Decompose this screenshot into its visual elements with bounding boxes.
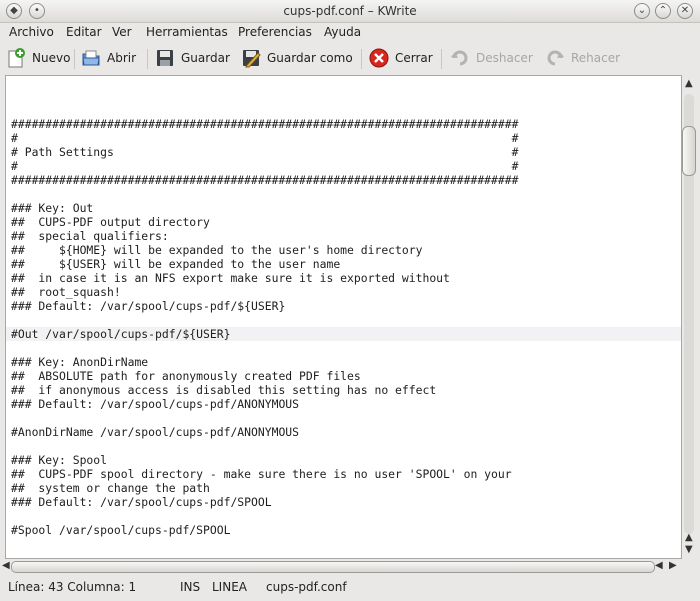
close-button[interactable]: Cerrar bbox=[369, 46, 433, 70]
title-bar[interactable]: ◆ • cups-pdf.conf – KWrite ⌄ ⌃ ✕ bbox=[0, 0, 700, 23]
menu-herramientas[interactable]: Herramientas bbox=[146, 25, 228, 39]
scroll-up-icon[interactable]: ▲ bbox=[685, 78, 693, 89]
save-label: Guardar bbox=[181, 51, 230, 65]
scroll-down-icon[interactable]: ▼ bbox=[685, 544, 693, 555]
text-editor[interactable]: ########################################… bbox=[5, 75, 682, 559]
toolbar-separator bbox=[147, 49, 148, 69]
menu-bar: Archivo Editar Ver Herramientas Preferen… bbox=[0, 23, 700, 43]
insert-mode[interactable]: INS bbox=[180, 580, 200, 594]
vertical-scrollbar[interactable]: ▲ ▲ ▼ bbox=[682, 78, 696, 556]
status-bar: Línea: 43 Columna: 1 INS LINEA cups-pdf.… bbox=[0, 576, 700, 601]
maximize-icon[interactable]: ⌃ bbox=[655, 3, 671, 19]
horizontal-scroll-thumb[interactable] bbox=[11, 561, 655, 573]
cursor-position: Línea: 43 Columna: 1 bbox=[8, 580, 137, 594]
new-document-icon bbox=[6, 48, 26, 68]
scroll-right-icon[interactable]: ▶ bbox=[669, 560, 677, 571]
vertical-scroll-thumb[interactable] bbox=[682, 126, 696, 176]
close-window-icon[interactable]: ✕ bbox=[677, 3, 693, 19]
save-button[interactable]: Guardar bbox=[155, 46, 230, 70]
selection-mode[interactable]: LINEA bbox=[212, 580, 247, 594]
open-button[interactable]: Abrir bbox=[81, 46, 136, 70]
redo-icon bbox=[545, 48, 565, 68]
window-title: cups-pdf.conf – KWrite bbox=[283, 4, 417, 18]
menu-editar[interactable]: Editar bbox=[66, 25, 102, 39]
save-as-icon bbox=[241, 48, 261, 68]
open-label: Abrir bbox=[107, 51, 137, 65]
save-as-label: Guardar como bbox=[267, 51, 353, 65]
new-label: Nuevo bbox=[32, 51, 71, 65]
menu-ayuda[interactable]: Ayuda bbox=[324, 25, 361, 39]
new-button[interactable]: Nuevo bbox=[6, 46, 70, 70]
save-as-button[interactable]: Guardar como bbox=[241, 46, 353, 70]
menu-ver[interactable]: Ver bbox=[112, 25, 132, 39]
scroll-up-icon[interactable]: ▲ bbox=[685, 532, 693, 543]
open-folder-icon bbox=[81, 48, 101, 68]
undo-label: Deshacer bbox=[476, 51, 533, 65]
main-toolbar: Nuevo Abrir Guardar Guardar como Cerrar … bbox=[0, 43, 700, 73]
menu-archivo[interactable]: Archivo bbox=[9, 25, 54, 39]
close-document-icon bbox=[369, 48, 389, 68]
scroll-left-icon[interactable]: ◀ bbox=[2, 560, 10, 571]
scroll-left-icon[interactable]: ◀ bbox=[655, 560, 663, 571]
save-disk-icon bbox=[155, 48, 175, 68]
redo-label: Rehacer bbox=[571, 51, 621, 65]
file-name: cups-pdf.conf bbox=[266, 580, 347, 594]
horizontal-scrollbar[interactable]: ◀ ◀ ▶ bbox=[2, 559, 695, 573]
undo-icon bbox=[450, 48, 470, 68]
toolbar-separator bbox=[74, 49, 75, 69]
close-label: Cerrar bbox=[395, 51, 433, 65]
redo-button[interactable]: Rehacer bbox=[545, 46, 620, 70]
toolbar-separator bbox=[361, 49, 362, 69]
toolbar-separator bbox=[441, 49, 442, 69]
editor-text[interactable]: ########################################… bbox=[11, 103, 518, 558]
minimize-icon[interactable]: ⌄ bbox=[634, 3, 650, 19]
menu-preferencias[interactable]: Preferencias bbox=[238, 25, 312, 39]
undo-button[interactable]: Deshacer bbox=[450, 46, 533, 70]
